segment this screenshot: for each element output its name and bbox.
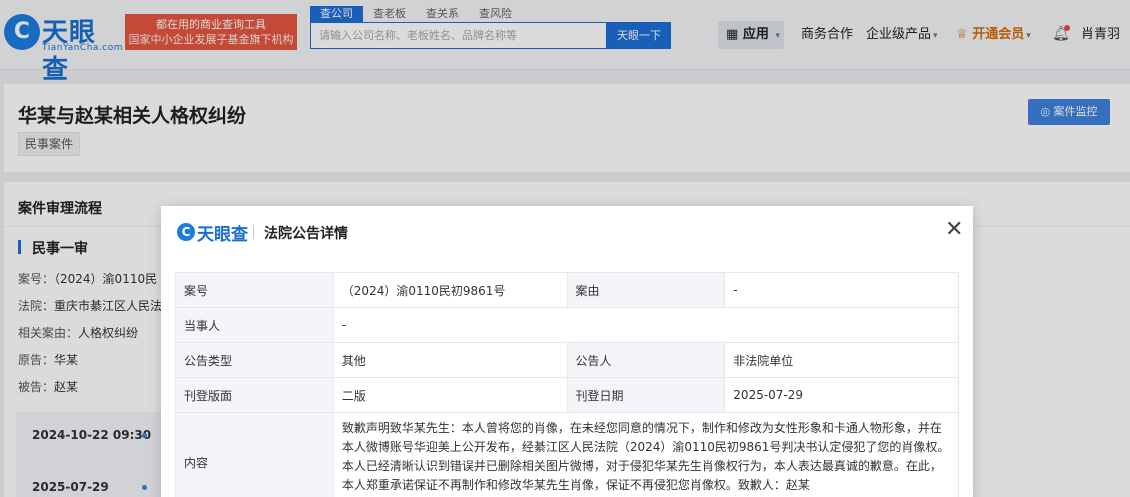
table-row: 内容 致歉声明致华某先生：本人曾将您的肖像，在未经您同意的情况下，制作和修改为女… <box>176 413 959 497</box>
field-label: 公告类型 <box>176 343 334 378</box>
table-row: 公告类型 其他 公告人 非法院单位 <box>176 343 959 378</box>
field-label: 内容 <box>176 413 334 497</box>
field-label: 案号 <box>176 273 334 308</box>
field-cause: - <box>725 273 959 308</box>
announcement-modal: C 天眼查 法院公告详情 ✕ 案号 （2024）渝0110民初9861号 案由 … <box>161 206 973 497</box>
close-icon[interactable]: ✕ <box>945 218 963 242</box>
modal-title: 法院公告详情 <box>264 226 348 242</box>
field-label: 刊登日期 <box>567 378 726 413</box>
table-row: 刊登版面 二版 刊登日期 2025-07-29 <box>176 378 959 413</box>
field-content: 致歉声明致华某先生：本人曾将您的肖像，在未经您同意的情况下，制作和修改为女性形象… <box>334 413 959 497</box>
table-row: 案号 （2024）渝0110民初9861号 案由 - <box>176 273 959 308</box>
logo-icon: C <box>177 223 195 241</box>
field-label: 案由 <box>567 273 726 308</box>
table-row: 当事人 - <box>176 308 959 343</box>
field-label: 当事人 <box>176 308 334 343</box>
modal-logo-text: 天眼查 <box>197 225 248 245</box>
field-party: - <box>333 308 959 343</box>
field-case-no: （2024）渝0110民初9861号 <box>333 273 568 308</box>
field-label: 刊登版面 <box>176 378 334 413</box>
field-label: 公告人 <box>567 343 726 378</box>
announcement-table: 案号 （2024）渝0110民初9861号 案由 - 当事人 - 公告类型 其他… <box>175 272 959 497</box>
field-announcer: 非法院单位 <box>725 343 959 378</box>
divider <box>253 225 254 239</box>
field-date: 2025-07-29 <box>725 378 959 413</box>
field-page: 二版 <box>333 378 568 413</box>
field-type: 其他 <box>333 343 568 378</box>
